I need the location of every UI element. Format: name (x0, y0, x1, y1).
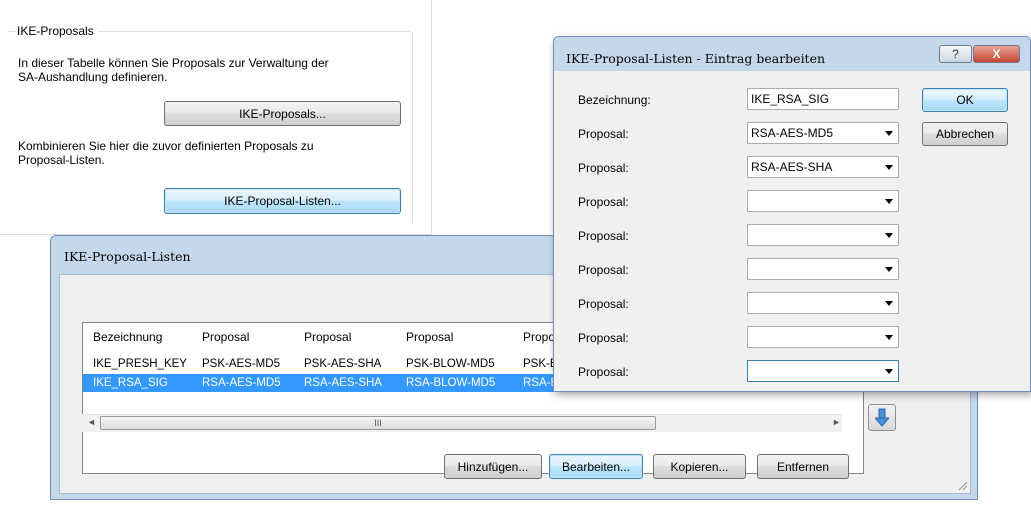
edit-entry-dialog: IKE-Proposal-Listen - Eintrag bearbeiten… (553, 36, 1031, 392)
proposal-label: Proposal: (578, 297, 629, 311)
chevron-down-icon (885, 301, 893, 306)
scroll-right-icon[interactable]: ► (832, 417, 841, 427)
window-title: IKE-Proposal-Listen (64, 249, 191, 264)
chevron-down-icon (885, 131, 893, 136)
move-down-button[interactable] (868, 404, 896, 431)
horizontal-scrollbar[interactable]: ◄ III ► (82, 414, 842, 432)
name-label: Bezeichnung: (578, 93, 651, 107)
proposal-select[interactable] (747, 326, 899, 348)
chevron-down-icon (885, 335, 893, 340)
ok-button[interactable]: OK (922, 88, 1008, 112)
column-header[interactable]: Proposal (304, 328, 351, 346)
add-button[interactable]: Hinzufügen... (444, 454, 542, 479)
table-cell: RSA-BLOW-MD5 (406, 377, 496, 389)
chevron-down-icon (885, 199, 893, 204)
copy-button[interactable]: Kopieren... (653, 454, 746, 479)
proposal-label: Proposal: (578, 331, 629, 345)
table-cell: RSA-AES-MD5 (202, 377, 281, 389)
table-cell: PSK-AES-MD5 (202, 358, 280, 370)
panel-divider (431, 0, 432, 236)
proposal-select[interactable]: RSA-AES-MD5 (747, 122, 899, 144)
proposal-select-value: RSA-AES-MD5 (751, 126, 834, 140)
column-header[interactable]: Bezeichnung (93, 328, 162, 346)
resize-grip-icon[interactable] (956, 479, 968, 491)
ike-proposals-panel: IKE-Proposals In dieser Tabelle können S… (0, 0, 432, 236)
scrollbar-thumb[interactable]: III (100, 416, 656, 430)
proposal-select[interactable] (747, 224, 899, 246)
proposal-select[interactable]: RSA-AES-SHA (747, 156, 899, 178)
ike-proposals-button[interactable]: IKE-Proposals... (164, 101, 401, 126)
proposal-select[interactable] (747, 258, 899, 280)
column-header[interactable]: Proposal (406, 328, 453, 346)
help-button[interactable]: ? (939, 45, 972, 63)
chevron-down-icon (885, 267, 893, 272)
description-line: In dieser Tabelle können Sie Proposals z… (18, 56, 329, 70)
arrow-down-icon (875, 408, 889, 427)
proposal-label: Proposal: (578, 263, 629, 277)
proposal-select[interactable] (747, 292, 899, 314)
proposal-label: Proposal: (578, 195, 629, 209)
chevron-down-icon (885, 233, 893, 238)
table-cell: IKE_RSA_SIG (93, 377, 168, 389)
edit-button[interactable]: Bearbeiten... (549, 454, 643, 479)
group-title: IKE-Proposals (17, 24, 98, 38)
proposal-label: Proposal: (578, 365, 629, 379)
description-text: In dieser Tabelle können Sie Proposals z… (18, 56, 418, 84)
chevron-down-icon (885, 369, 893, 374)
proposal-select[interactable] (747, 360, 899, 382)
table-cell: RSA-AES-SHA (304, 377, 382, 389)
description-line: Proposal-Listen. (18, 153, 105, 167)
dialog-title: IKE-Proposal-Listen - Eintrag bearbeiten (566, 51, 826, 66)
column-header[interactable]: Proposal (202, 328, 249, 346)
proposal-select[interactable] (747, 190, 899, 212)
help-icon: ? (952, 47, 959, 61)
scroll-grip: III (374, 418, 382, 428)
description-text: Kombinieren Sie hier die zuvor definiert… (18, 139, 418, 167)
close-button[interactable]: X (973, 45, 1020, 63)
proposal-label: Proposal: (578, 127, 629, 141)
table-cell: PSK-BLOW-MD5 (406, 358, 495, 370)
remove-button[interactable]: Entfernen (757, 454, 849, 479)
table-cell: PSK-AES-SHA (304, 358, 382, 370)
close-icon: X (992, 47, 1001, 61)
proposal-label: Proposal: (578, 229, 629, 243)
chevron-down-icon (885, 165, 893, 170)
cancel-button[interactable]: Abbrechen (922, 122, 1008, 146)
scroll-left-icon[interactable]: ◄ (87, 417, 96, 427)
dialog-body: Bezeichnung: IKE_RSA_SIG Proposal: RSA-A… (560, 71, 1024, 385)
table-cell: IKE_PRESH_KEY (93, 358, 187, 370)
proposal-label: Proposal: (578, 161, 629, 175)
description-line: SA-Aushandlung definieren. (18, 70, 168, 84)
name-field[interactable]: IKE_RSA_SIG (747, 88, 899, 110)
proposal-select-value: RSA-AES-SHA (751, 160, 833, 174)
description-line: Kombinieren Sie hier die zuvor definiert… (18, 139, 314, 153)
ike-proposal-lists-button[interactable]: IKE-Proposal-Listen... (164, 188, 401, 214)
